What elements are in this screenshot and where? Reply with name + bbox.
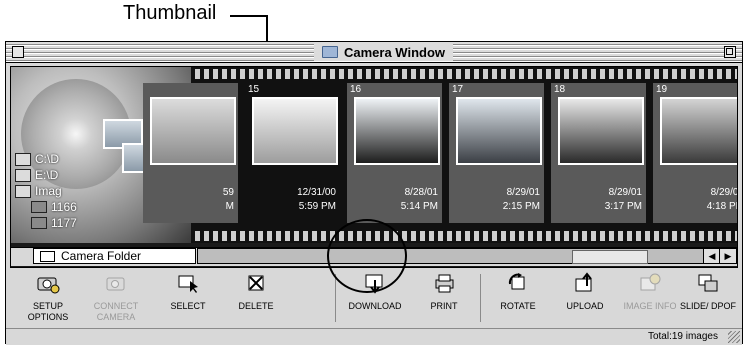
slideshow-icon xyxy=(698,274,718,292)
thumbnail-image[interactable] xyxy=(660,97,737,165)
scrollbar-thumb[interactable] xyxy=(572,250,648,264)
select-cursor-icon xyxy=(178,275,198,293)
rotate-button[interactable]: ROTATE xyxy=(484,268,552,328)
folder-icon xyxy=(31,217,47,229)
frame-date: 59 xyxy=(222,187,234,198)
thumbnail-frame[interactable]: 18 8/29/01 3:17 PM xyxy=(551,83,646,223)
frame-date: 8/29/01 xyxy=(608,187,642,198)
info-icon xyxy=(640,273,661,291)
upload-label: UPLOAD xyxy=(566,301,604,311)
frame-date: 12/31/00 xyxy=(297,187,336,198)
select-button[interactable]: SELECT xyxy=(154,268,222,328)
thumbnail-image[interactable] xyxy=(354,97,440,165)
setup-options-label: SETUP OPTIONS xyxy=(27,301,69,322)
status-bar: Total:19 images xyxy=(6,328,742,345)
resize-handle[interactable] xyxy=(728,331,740,343)
delete-icon xyxy=(248,275,264,291)
drive-icon xyxy=(15,184,31,198)
frame-time: 4:18 PM xyxy=(706,201,737,212)
toolbar-divider xyxy=(335,274,336,322)
thumbnail-image[interactable] xyxy=(456,97,542,165)
connect-camera-button[interactable]: CONNECT CAMERA xyxy=(82,268,150,328)
print-label: PRINT xyxy=(430,301,458,311)
frame-time: M xyxy=(225,201,234,212)
frame-time: 3:17 PM xyxy=(604,201,642,212)
slide-dpof-button[interactable]: SLIDE/ DPOF xyxy=(674,268,742,328)
frame-number: 16 xyxy=(350,84,362,95)
window-title: Camera Window xyxy=(314,43,454,61)
frame-number: 19 xyxy=(656,84,668,95)
camera-folder-tab[interactable]: Camera Folder xyxy=(33,248,196,264)
title-bar[interactable]: Camera Window xyxy=(6,42,742,63)
select-label: SELECT xyxy=(170,301,206,311)
thumbnail-image[interactable] xyxy=(252,97,338,165)
tree-item-label: C:\D xyxy=(35,152,59,166)
film-perforations xyxy=(191,231,737,241)
tree-item-label: 1177 xyxy=(51,216,77,230)
frame-number: 17 xyxy=(452,84,464,95)
tree-item-label: E:\D xyxy=(35,168,59,182)
setup-options-button[interactable]: SETUP OPTIONS xyxy=(14,268,82,328)
horizontal-scrollbar[interactable]: ◀ ▶ xyxy=(197,248,737,264)
camera-folder-tab-label: Camera Folder xyxy=(61,249,142,263)
download-icon xyxy=(365,274,383,294)
rotate-label: ROTATE xyxy=(500,301,536,311)
frame-date: 8/29/01 xyxy=(506,187,540,198)
image-browser: C:\D E:\D Imag 1166 1177 59 M 15 12/31/00 5:… xyxy=(10,66,738,268)
upload-button[interactable]: UPLOAD xyxy=(551,268,619,328)
thumbnail-image[interactable] xyxy=(150,97,236,165)
frame-time: 5:14 PM xyxy=(400,201,438,212)
thumbnail-frame[interactable]: 19 8/29/01 4:18 PM xyxy=(653,83,738,223)
tree-item-label: 1166 xyxy=(51,200,77,214)
frame-date: 8/29/01 xyxy=(710,187,738,198)
drive-icon xyxy=(15,168,31,182)
frame-date: 8/28/01 xyxy=(404,187,438,198)
camera-window: Camera Window C:\D E:\D Imag 1166 1177 5… xyxy=(5,41,743,345)
thumbnail-image[interactable] xyxy=(558,97,644,165)
thumbnail-frame[interactable]: 15 12/31/00 5:59 PM xyxy=(245,83,340,223)
folder-icon xyxy=(322,46,338,58)
upload-icon xyxy=(575,272,592,292)
folder-icon xyxy=(40,250,55,262)
scroll-right-icon[interactable]: ▶ xyxy=(719,249,736,263)
image-count: Total:19 images xyxy=(647,331,718,342)
zoom-box[interactable] xyxy=(724,46,736,58)
delete-button[interactable]: DELETE xyxy=(222,268,290,328)
tree-item-label: Imag xyxy=(35,184,62,198)
camera-connect-icon xyxy=(106,277,125,291)
thumbnail-frame[interactable]: 16 8/28/01 5:14 PM xyxy=(347,83,442,223)
download-button[interactable]: DOWNLOAD xyxy=(341,268,409,328)
tab-bar: Camera Folder ◀ ▶ xyxy=(11,247,737,266)
frame-time: 2:15 PM xyxy=(502,201,540,212)
scroll-left-icon[interactable]: ◀ xyxy=(703,249,720,263)
close-box[interactable] xyxy=(12,46,24,58)
toolbar-divider xyxy=(480,274,481,322)
printer-icon xyxy=(435,274,454,293)
connect-camera-label: CONNECT CAMERA xyxy=(93,301,139,322)
thumbnail-frame[interactable]: 59 M xyxy=(143,83,238,223)
frame-number: 18 xyxy=(554,84,566,95)
camera-gear-icon xyxy=(37,277,60,294)
print-button[interactable]: PRINT xyxy=(410,268,478,328)
window-title-text: Camera Window xyxy=(344,44,446,60)
drive-icon xyxy=(15,152,31,166)
rotate-icon xyxy=(508,273,525,290)
frame-number: 15 xyxy=(248,84,260,95)
folder-icon xyxy=(31,201,47,213)
delete-label: DELETE xyxy=(238,301,274,311)
filmstrip: 59 M 15 12/31/00 5:59 PM 16 8/28/01 5:14 PM 17 8/… xyxy=(143,67,738,243)
thumbnail-callout-label: Thumbnail xyxy=(123,2,217,24)
frame-time: 5:59 PM xyxy=(298,201,336,212)
callout-line-horizontal xyxy=(230,15,268,17)
thumbnail-frame[interactable]: 17 8/29/01 2:15 PM xyxy=(449,83,544,223)
film-perforations xyxy=(191,69,737,79)
slide-dpof-label: SLIDE/ DPOF xyxy=(679,301,736,311)
download-label: DOWNLOAD xyxy=(348,301,402,311)
toolbar: SETUP OPTIONS CONNECT CAMERA SELECT DELE… xyxy=(10,268,736,328)
